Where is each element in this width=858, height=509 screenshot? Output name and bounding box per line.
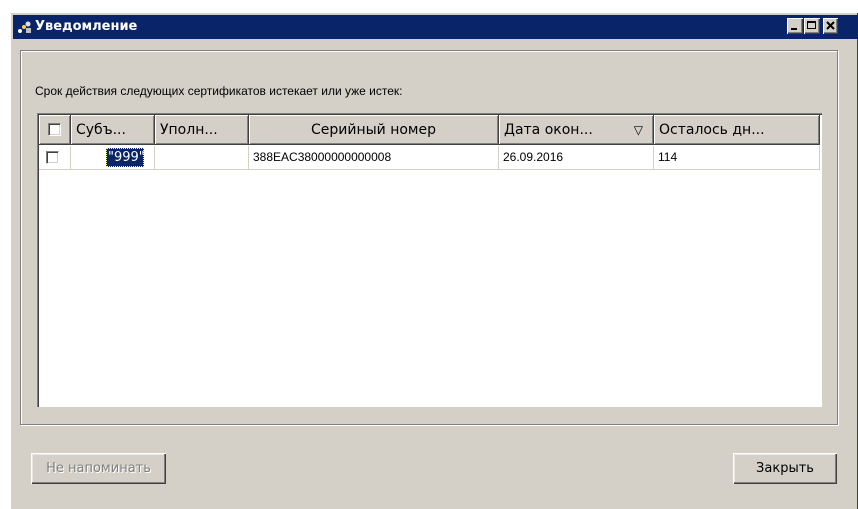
selected-subject-value[interactable]: "999" bbox=[106, 148, 145, 167]
maximize-icon[interactable] bbox=[804, 18, 820, 34]
close-button[interactable]: Закрыть bbox=[733, 453, 837, 484]
column-header-authorized[interactable]: Уполн... bbox=[155, 115, 249, 145]
certificates-table[interactable]: Субъ... Уполн... Серийный номер Дата око… bbox=[37, 113, 822, 407]
select-all-checkbox[interactable] bbox=[48, 123, 61, 136]
expiry-message: Срок действия следующих сертификатов ист… bbox=[35, 84, 403, 98]
table-row[interactable]: "999" 388EAC38000000000008 26.09.2016 11… bbox=[39, 146, 820, 170]
title-bar[interactable]: Уведомление bbox=[13, 15, 858, 39]
app-icon bbox=[17, 19, 33, 35]
sort-desc-icon: ▽ bbox=[633, 123, 643, 137]
days-left-cell[interactable]: 114 bbox=[654, 146, 820, 170]
serial-cell[interactable]: 388EAC38000000000008 bbox=[249, 146, 499, 170]
column-header-serial[interactable]: Серийный номер bbox=[249, 115, 499, 145]
end-date-label: Дата окон... bbox=[504, 122, 593, 138]
close-icon[interactable] bbox=[823, 18, 838, 34]
column-header-subject[interactable]: Субъ... bbox=[71, 115, 155, 145]
authorized-cell[interactable] bbox=[155, 146, 249, 170]
dont-remind-button[interactable]: Не напоминать bbox=[31, 453, 166, 484]
minimize-icon[interactable] bbox=[787, 18, 803, 34]
header-select-all[interactable] bbox=[39, 115, 71, 145]
end-date-cell[interactable]: 26.09.2016 bbox=[499, 146, 654, 170]
row-check-cell bbox=[39, 146, 71, 170]
row-checkbox[interactable] bbox=[46, 151, 59, 164]
subject-cell[interactable]: "999" bbox=[71, 146, 155, 170]
window-title: Уведомление bbox=[35, 19, 138, 34]
column-header-days-left[interactable]: Осталось дн... bbox=[654, 115, 820, 145]
column-header-end-date[interactable]: Дата окон... ▽ bbox=[499, 115, 654, 145]
